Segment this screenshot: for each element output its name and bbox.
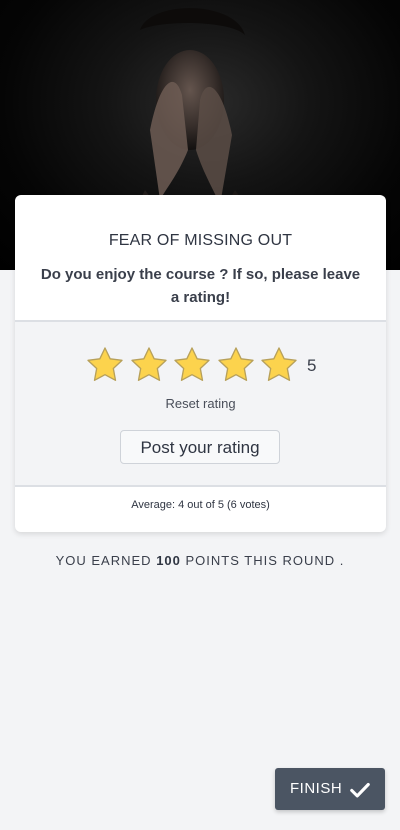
- rating-value: 5: [307, 356, 317, 375]
- star-icon[interactable]: [129, 345, 169, 385]
- post-rating-button[interactable]: Post your rating: [120, 430, 280, 464]
- star-rating[interactable]: [85, 345, 303, 385]
- card-header: FEAR OF MISSING OUT Do you enjoy the cou…: [15, 195, 386, 322]
- points-suffix: POINTS THIS ROUND .: [185, 553, 345, 568]
- points-earned: YOU EARNED 100 POINTS THIS ROUND .: [0, 553, 400, 568]
- star-icon[interactable]: [85, 345, 125, 385]
- finish-label: FINISH: [290, 780, 343, 797]
- star-icon[interactable]: [259, 345, 299, 385]
- points-prefix: YOU EARNED: [55, 553, 152, 568]
- rating-prompt: Do you enjoy the course ? If so, please …: [40, 266, 361, 306]
- star-icon[interactable]: [172, 345, 212, 385]
- finish-button[interactable]: FINISH: [275, 768, 385, 810]
- check-icon: [350, 782, 370, 798]
- points-value: 100: [156, 553, 181, 568]
- reset-rating-link[interactable]: Reset rating: [15, 396, 386, 411]
- average-rating: Average: 4 out of 5 (6 votes): [131, 499, 270, 511]
- star-icon[interactable]: [216, 345, 256, 385]
- rating-card: FEAR OF MISSING OUT Do you enjoy the cou…: [15, 195, 386, 532]
- course-title: FEAR OF MISSING OUT: [108, 232, 293, 249]
- rating-area: 5 Reset rating Post your rating: [15, 322, 386, 487]
